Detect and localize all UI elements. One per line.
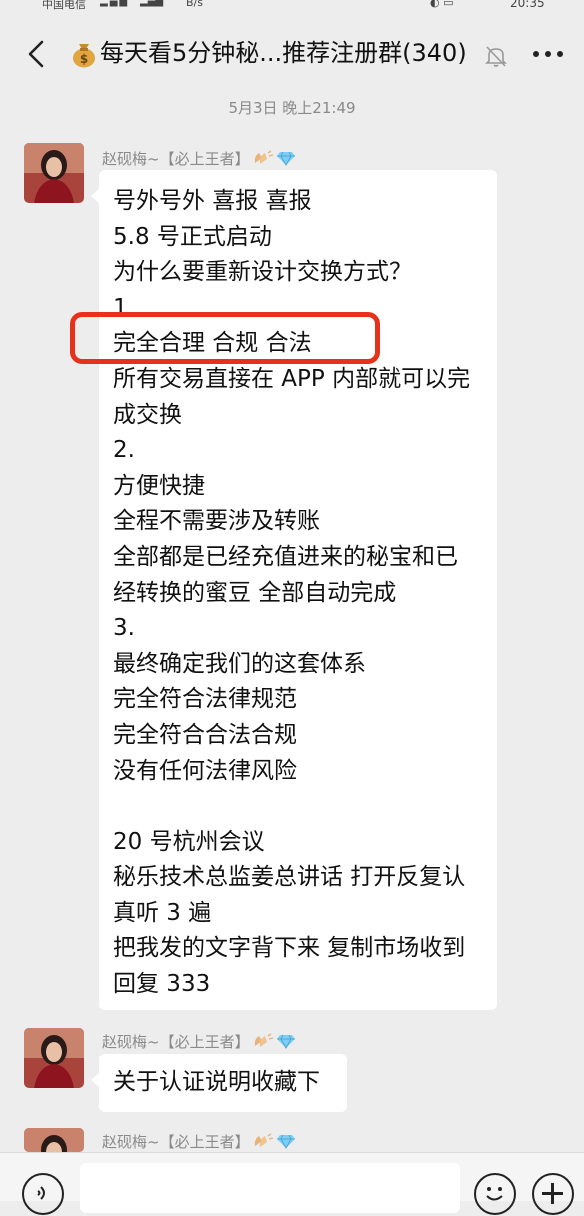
message-line: 关于认证说明收藏下 [113,1069,320,1095]
voice-icon [37,1186,45,1200]
message-line: 完全符合合法合规 [113,721,297,748]
message-line: 3. [113,615,135,642]
message-line: 秘乐技术总监姜总讲话 打开反复认 [113,864,466,891]
status-bar: 中国电信 ▂▄▆ ▂▄▆ B/s ◐ ▭ 20:35 [0,0,584,12]
money-bag-icon: $ [70,38,98,68]
sender-name: 赵砚梅~【必上王者】 [102,1031,296,1053]
bell-off-icon[interactable] [482,42,510,70]
message-line: 2. [113,437,135,464]
sender-name-text: 赵砚梅~【必上王者】 [102,1033,250,1051]
message-line: 20 号杭州会议 [113,828,265,855]
status-icons: ◐ ▭ [430,0,454,9]
chat-title: 每天看5分钟秘...推荐注册群(340) [100,39,467,67]
sender-name: 赵砚梅~【必上王者】 [102,148,296,170]
message-line: 真听 3 遍 [113,899,212,926]
message-line: 全程不需要涉及转账 [113,508,320,535]
message-line: 全部都是已经充值进来的秘宝和已 [113,543,458,570]
signal-icon: ▂▄▆ [100,0,130,7]
chat-header: $ 每天看5分钟秘...推荐注册群(340) [0,12,584,96]
message-line: 回复 333 [113,971,211,998]
message-input[interactable] [80,1163,460,1213]
status-time: 20:35 [510,0,545,10]
gem-icon [276,150,296,170]
network-speed: B/s [186,0,203,9]
sender-name-text: 赵砚梅~【必上王者】 [102,1133,250,1151]
svg-text:$: $ [80,52,88,66]
message-line: 把我发的文字背下来 复制市场收到 [113,935,466,962]
emoji-icon [486,1187,503,1201]
more-button[interactable] [528,42,568,66]
message-line-blank [113,789,483,825]
message-line: 5.8 号正式启动 [113,223,272,250]
plus-button[interactable] [532,1173,574,1215]
message-bubble[interactable]: 号外号外 喜报 喜报 5.8 号正式启动 为什么要重新设计交换方式？ 1. 完全… [91,170,497,1010]
sender-name: 赵砚梅~【必上王者】 [102,1131,296,1153]
message-line: 最终确定我们的这套体系 [113,650,366,677]
gem-icon [276,1133,296,1153]
message-timestamp: 5月3日 晚上21:49 [228,99,356,117]
avatar[interactable] [24,143,84,203]
gem-icon [276,1033,296,1053]
clapping-hands-icon [252,1032,274,1053]
message-line: 成交换 [113,401,182,428]
message-line: 经转换的蜜豆 全部自动完成 [113,579,397,606]
message-line: 方便快捷 [113,472,205,499]
signal-icon-2: ▂▄▆ [140,0,164,7]
message-line: 号外号外 喜报 喜报 [113,188,312,214]
more-dots-icon [533,51,563,57]
avatar[interactable] [24,1028,84,1088]
chevron-left-icon [28,40,44,68]
sender-name-text: 赵砚梅~【必上王者】 [102,150,250,168]
carrier-label: 中国电信 [42,0,86,11]
message-line: 没有任何法律风险 [113,757,297,784]
message-bubble[interactable]: 关于认证说明收藏下 [91,1054,347,1112]
message-line: 为什么要重新设计交换方式？ [113,259,412,286]
avatar[interactable] [24,1128,84,1152]
emoji-button[interactable] [474,1173,516,1215]
message-line: 所有交易直接在 APP 内部就可以完 [113,365,471,392]
highlight-annotation [70,312,380,364]
clapping-hands-icon [252,149,274,170]
input-bar [0,1152,584,1215]
clapping-hands-icon [252,1132,274,1153]
voice-button[interactable] [22,1173,64,1215]
back-button[interactable] [20,32,60,76]
message-line: 完全符合法律规范 [113,686,297,713]
